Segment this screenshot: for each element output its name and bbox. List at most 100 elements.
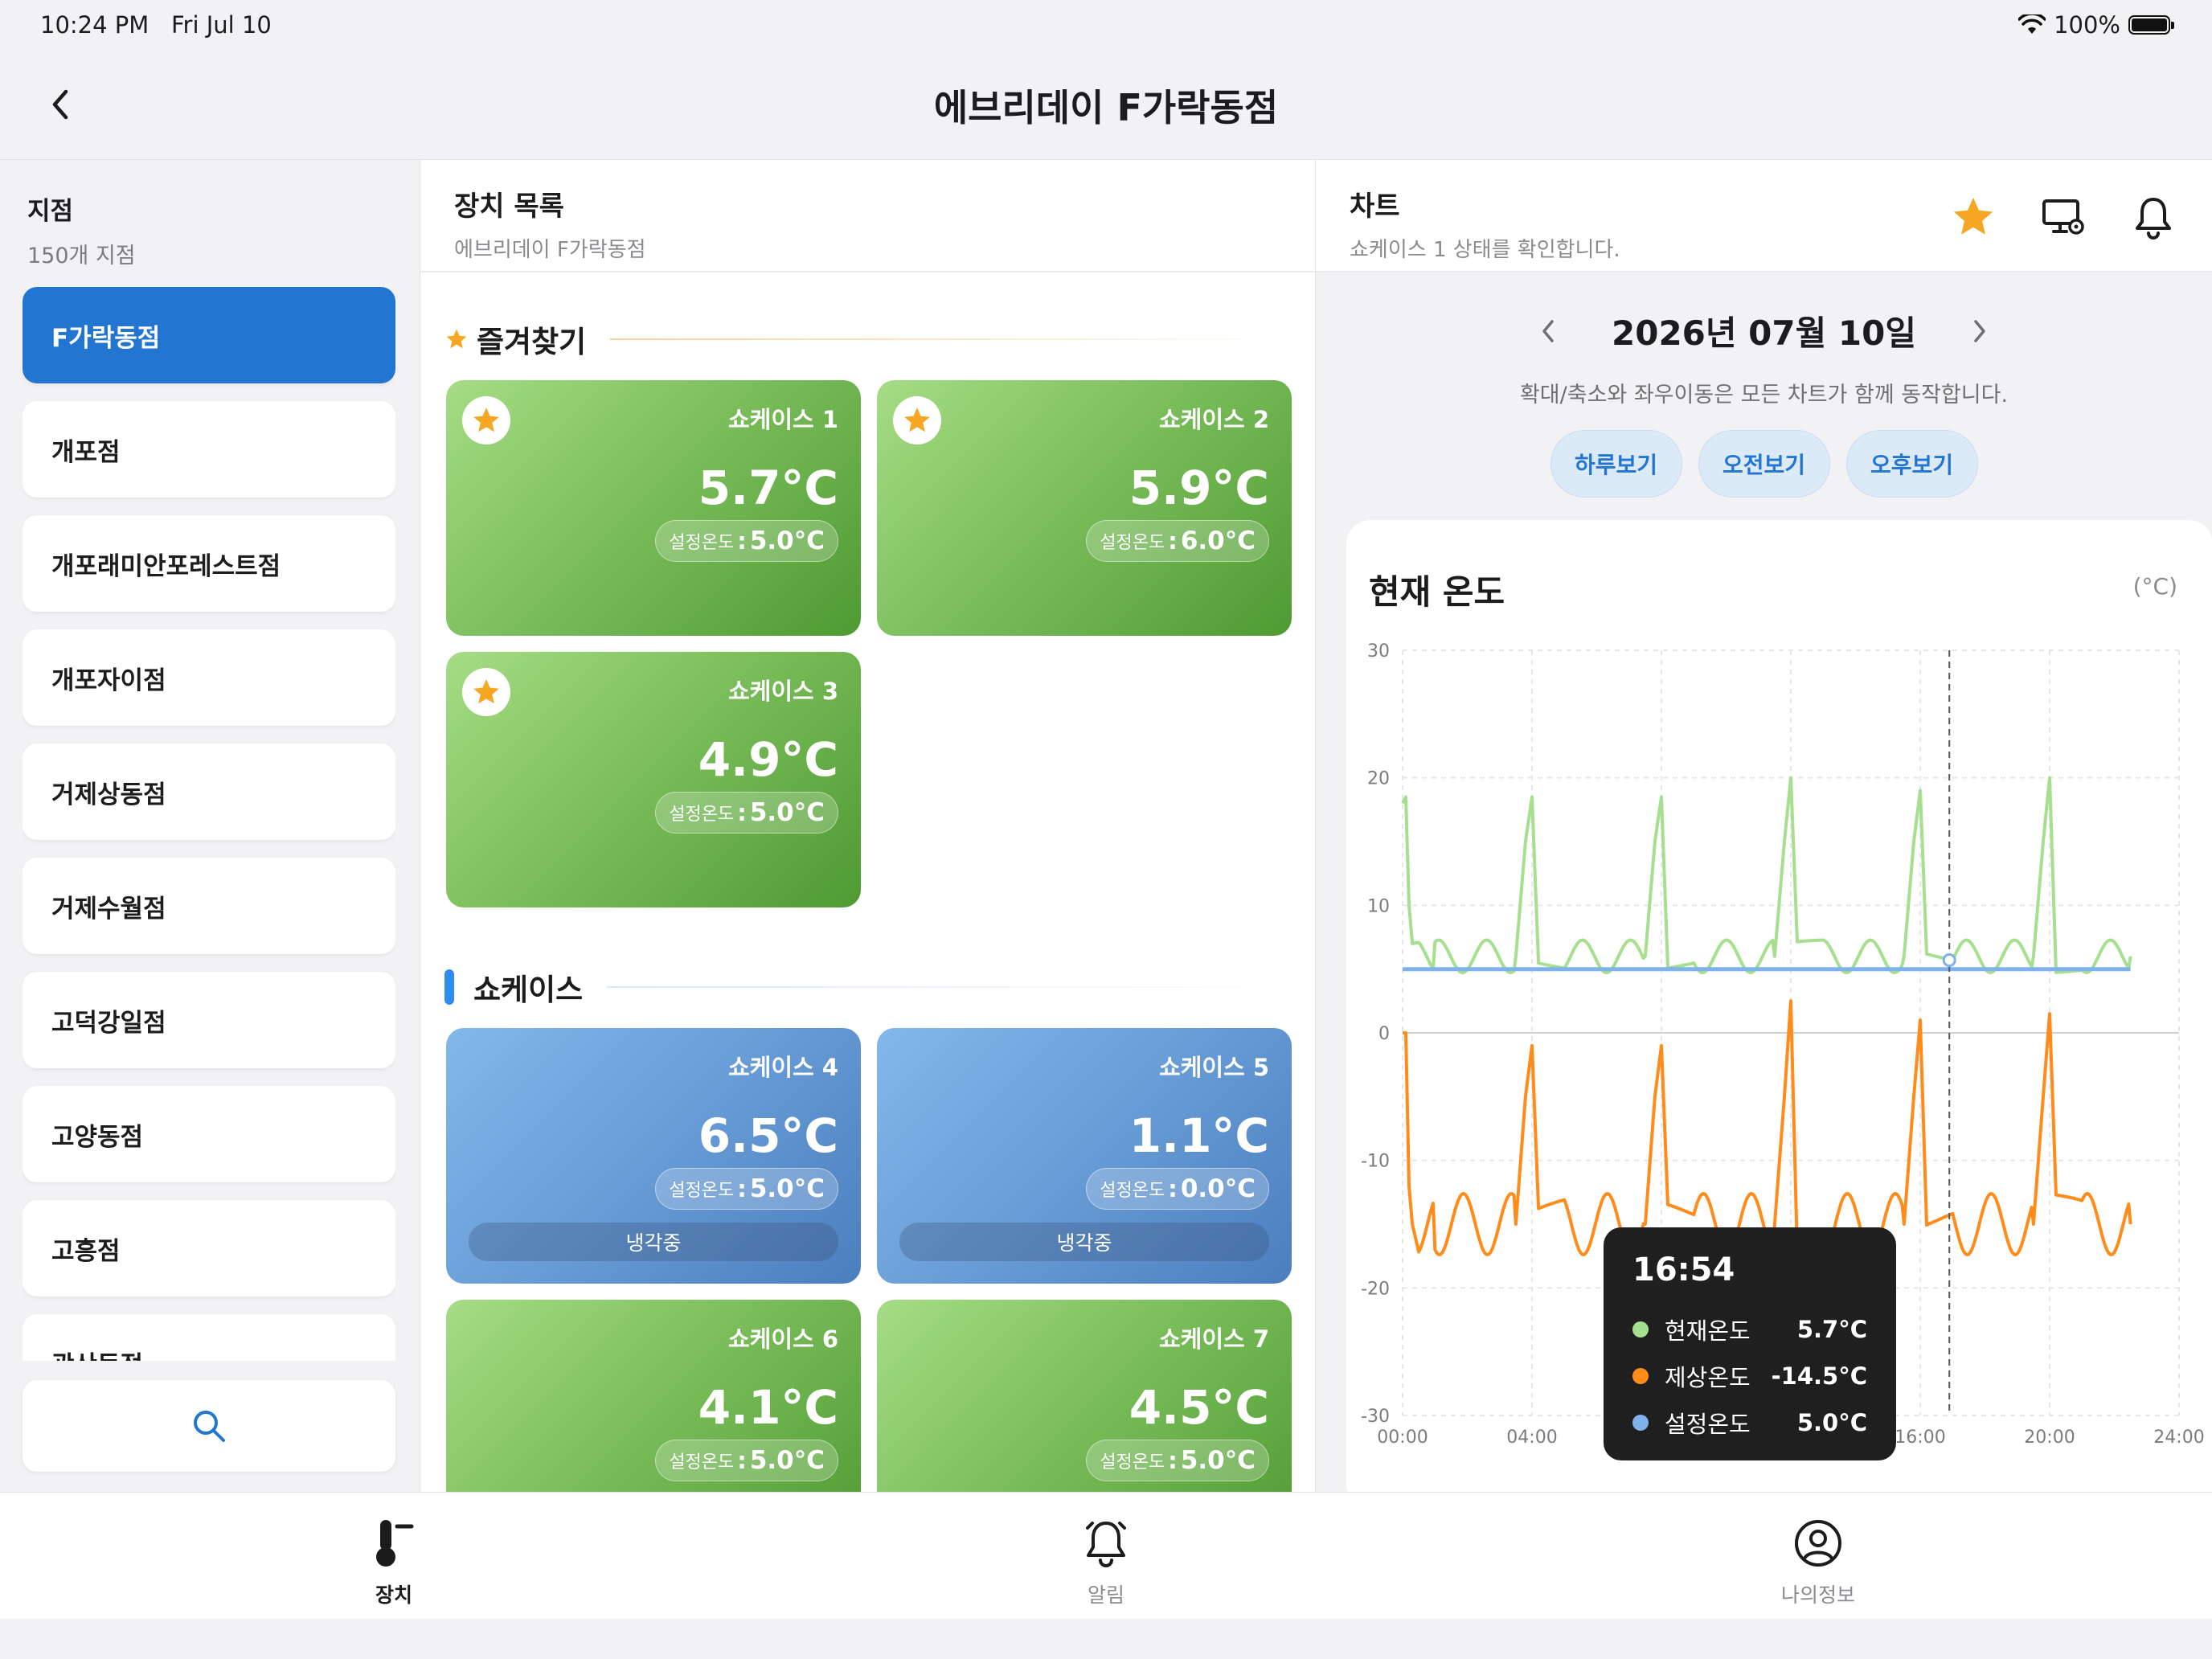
y-tick-label: 10 (1367, 896, 1390, 916)
device-card[interactable]: 쇼케이스 1 5.7°C 설정온도:5.0°C (446, 380, 861, 636)
favorite-toggle[interactable] (462, 396, 510, 444)
day-view-button[interactable]: 하루보기 (1550, 430, 1682, 498)
star-icon (473, 679, 499, 704)
branch-item[interactable]: 개포래미안포레스트점 (23, 515, 395, 612)
am-view-button[interactable]: 오전보기 (1698, 430, 1830, 498)
x-tick-label: 04:00 (1506, 1428, 1557, 1448)
set-temp-label: 설정온도 (669, 805, 735, 825)
tooltip-series-name: 제상온도 (1665, 1364, 1751, 1391)
device-name: 쇼케이스 5 (1159, 1054, 1269, 1081)
device-list-subtitle: 에브리데이 F가락동점 (454, 238, 646, 262)
set-temp-badge: 설정온도:5.0°C (1086, 1440, 1269, 1481)
set-temp-badge: 설정온도:0.0°C (1086, 1168, 1269, 1210)
device-settings-button[interactable] (2040, 194, 2087, 240)
next-date-icon[interactable] (1968, 315, 1992, 347)
branch-item[interactable]: 거제수월점 (23, 858, 395, 954)
chart-panel: 차트 쇼케이스 1 상태를 확인합니다. 2026년 07월 10일 확대/축소… (1315, 159, 2212, 1492)
y-tick-label: -30 (1361, 1407, 1390, 1427)
prev-date-icon[interactable] (1536, 315, 1560, 347)
view-range-buttons: 하루보기 오전보기 오후보기 (1316, 430, 2212, 498)
tooltip-series-name: 설정온도 (1665, 1411, 1751, 1438)
set-temp-label: 설정온도 (1100, 533, 1165, 553)
set-temp-sep: : (737, 799, 747, 826)
tab-my-info[interactable]: 나의정보 (1738, 1517, 1899, 1608)
set-temp-sep: : (737, 1447, 747, 1474)
sidebar-title: 지점 (27, 197, 74, 226)
branch-label: 고양동점 (51, 1122, 144, 1152)
chart-tooltip: 16:54 현재온도 5.7°C 제상온도 -14.5°C 설정온도 5.0°C (1604, 1227, 1896, 1460)
branch-item[interactable]: 거제상동점 (23, 743, 395, 840)
tab-devices[interactable]: 장치 (313, 1517, 474, 1608)
branch-item[interactable]: 개포점 (23, 401, 395, 498)
device-name: 쇼케이스 7 (1159, 1325, 1269, 1353)
favorite-button[interactable] (1950, 194, 1997, 240)
set-temp-label: 설정온도 (1100, 1452, 1165, 1473)
branch-item[interactable]: 고덕강일점 (23, 972, 395, 1068)
branch-label: 광산동점 (51, 1345, 143, 1362)
device-card[interactable]: 쇼케이스 4 6.5°C 설정온도:5.0°C 냉각중 (446, 1028, 861, 1284)
tooltip-series-value: 5.0°C (1796, 1409, 1867, 1436)
current-temp: 4.1°C (698, 1380, 838, 1435)
x-tick-label: 16:00 (1895, 1428, 1945, 1448)
status-date: Fri Jul 10 (170, 11, 272, 39)
pm-view-button[interactable]: 오후보기 (1845, 430, 1978, 498)
tooltip-series-value: 5.7°C (1796, 1316, 1867, 1343)
tooltip-time: 16:54 (1632, 1251, 1735, 1288)
device-card[interactable]: 쇼케이스 3 4.9°C 설정온도:5.0°C (446, 652, 861, 907)
set-temp-value: 0.0°C (1180, 1174, 1256, 1203)
branch-item[interactable]: 광산동점 (23, 1314, 395, 1361)
set-temp-sep: : (737, 527, 747, 555)
set-temp-label: 설정온도 (669, 1181, 735, 1201)
set-temp-value: 5.0°C (1180, 1446, 1256, 1475)
tab-label: 알림 (1087, 1583, 1124, 1607)
branch-item[interactable]: 고흥점 (23, 1200, 395, 1296)
tab-label: 나의정보 (1780, 1583, 1855, 1607)
defrost-temp-series (1403, 999, 2132, 1257)
branch-item[interactable]: 개포자이점 (23, 629, 395, 726)
branch-item[interactable]: F가락동점 (23, 287, 395, 383)
device-card[interactable]: 쇼케이스 6 4.1°C 설정온도:5.0°C (446, 1300, 861, 1492)
x-tick-label: 20:00 (2024, 1428, 2075, 1448)
section-divider (610, 338, 1240, 340)
favorite-toggle[interactable] (462, 668, 510, 716)
branch-list[interactable]: F가락동점 개포점 개포래미안포레스트점 개포자이점 거제상동점 거제수월점 고… (23, 287, 395, 1361)
selected-date[interactable]: 2026년 07월 10일 (1612, 306, 1916, 355)
favorite-toggle[interactable] (893, 396, 941, 444)
branch-label: 고흥점 (51, 1236, 121, 1266)
set-temp-badge: 설정온도:5.0°C (655, 1440, 838, 1481)
wifi-icon (2018, 14, 2046, 34)
star-icon (473, 408, 499, 432)
x-tick-label: 24:00 (2153, 1428, 2204, 1448)
cooling-status: 냉각중 (899, 1223, 1269, 1261)
favorites-title: 즐겨찾기 (477, 325, 587, 359)
current-temp: 4.9°C (698, 732, 838, 787)
legend-dot (1632, 1321, 1649, 1337)
device-name: 쇼케이스 2 (1159, 406, 1269, 433)
set-temp-label: 설정온도 (669, 533, 735, 553)
tab-alerts[interactable]: 알림 (1026, 1517, 1186, 1608)
device-card[interactable]: 쇼케이스 2 5.9°C 설정온도:6.0°C (877, 380, 1292, 636)
device-card[interactable]: 쇼케이스 7 4.5°C 설정온도:5.0°C (877, 1300, 1292, 1492)
thermometer-icon (376, 1520, 414, 1567)
notification-button[interactable] (2130, 194, 2177, 240)
home-indicator-area (0, 1619, 2212, 1659)
branch-label: 거제수월점 (51, 894, 166, 924)
set-temp-value: 5.0°C (749, 1174, 825, 1203)
current-temp: 5.9°C (1129, 461, 1269, 515)
user-circle-icon (1795, 1520, 1841, 1567)
branch-label: F가락동점 (51, 323, 161, 353)
sidebar-header: 지점 150개 지점 (27, 190, 136, 269)
chart-header-actions (1950, 194, 2177, 240)
device-list-title: 장치 목록 (454, 190, 564, 223)
temperature-chart-card[interactable]: 현재 온도 (°C) 3020100-10-20-3000:0004:0008:… (1346, 520, 2212, 1492)
set-temp-badge: 설정온도:5.0°C (655, 520, 838, 562)
favorites-section-header: 즐겨찾기 (444, 317, 1288, 361)
star-icon (1953, 197, 1993, 235)
branch-search-button[interactable] (23, 1380, 395, 1472)
device-card[interactable]: 쇼케이스 5 1.1°C 설정온도:0.0°C 냉각중 (877, 1028, 1292, 1284)
tab-bar: 장치 알림 나의정보 (0, 1492, 2212, 1619)
battery-percent: 100% (2054, 11, 2120, 39)
set-temp-sep: : (1168, 527, 1178, 555)
set-temp-sep: : (737, 1175, 747, 1202)
branch-item[interactable]: 고양동점 (23, 1086, 395, 1182)
